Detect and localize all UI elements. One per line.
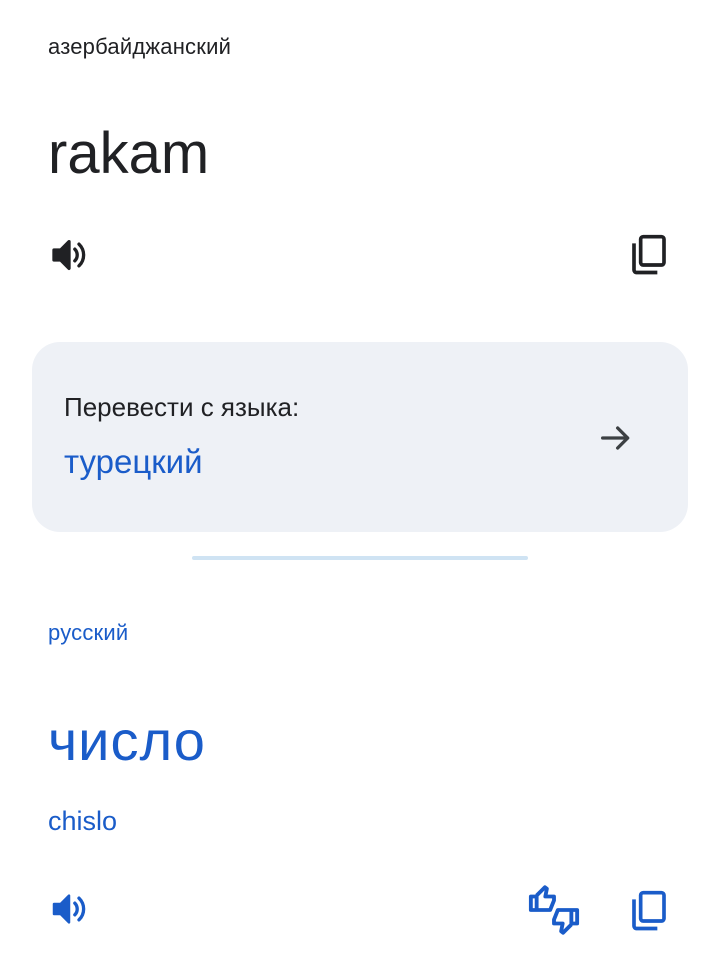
volume-icon: [52, 240, 86, 270]
target-speak-button[interactable]: [44, 884, 94, 934]
copy-icon: [632, 234, 666, 275]
copy-icon: [632, 890, 666, 931]
target-text: число: [48, 709, 206, 772]
target-language-label: русский: [48, 620, 129, 645]
volume-icon: [52, 894, 86, 924]
rate-translation-button[interactable]: [526, 882, 582, 938]
source-copy-button[interactable]: [624, 228, 674, 282]
translate-from-language[interactable]: турецкий: [64, 443, 203, 481]
translate-from-arrow-button[interactable]: [592, 414, 640, 462]
arrow-right-icon: [601, 426, 630, 450]
target-copy-button[interactable]: [624, 884, 674, 938]
thumbs-up-down-icon: [528, 885, 580, 935]
section-divider: [192, 556, 528, 560]
source-language-label: азербайджанский: [48, 34, 232, 59]
source-text: rakam: [48, 121, 210, 186]
source-speak-button[interactable]: [44, 230, 94, 280]
transliteration-text: chislo: [48, 806, 118, 836]
translate-from-label: Перевести с языка:: [64, 392, 300, 422]
translate-from-card[interactable]: [32, 342, 688, 532]
